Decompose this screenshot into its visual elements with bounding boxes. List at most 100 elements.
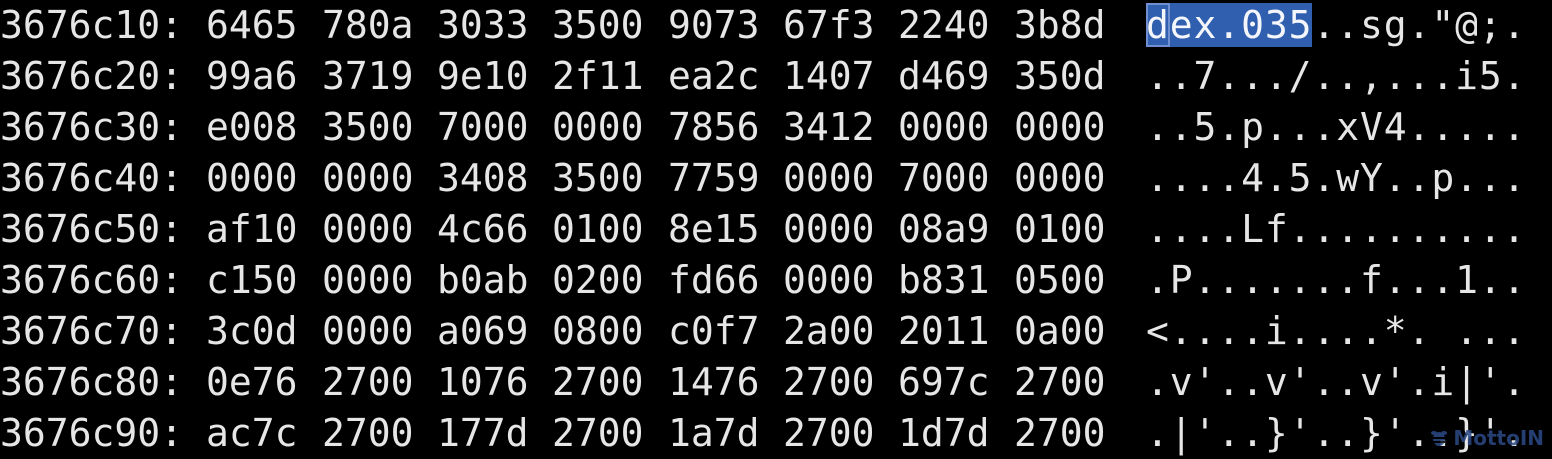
hex-word: 2700 (552, 360, 644, 404)
hex-word: c150 (206, 258, 298, 302)
hex-word: 1407 (783, 54, 875, 98)
hex-word: 1476 (668, 360, 760, 404)
ascii-text: ..sg."@;. (1312, 3, 1527, 47)
hex-word: e008 (206, 105, 298, 149)
watermark-text: MottoIN (1453, 426, 1544, 450)
hex-word: 350d (1014, 54, 1106, 98)
hex-word: af10 (206, 207, 298, 251)
hex-word: 4c66 (437, 207, 529, 251)
row-address: 3676c30: (0, 105, 184, 149)
hex-word: 0000 (783, 207, 875, 251)
row-address: 3676c90: (0, 411, 184, 455)
hex-word: 0100 (1014, 207, 1106, 251)
text-cursor: d (1146, 3, 1170, 47)
hex-word: 0000 (552, 105, 644, 149)
hex-word: 8e15 (668, 207, 760, 251)
hex-word: d469 (898, 54, 990, 98)
hex-word: b831 (898, 258, 990, 302)
hexdump-row: 3676c70: 3c0d 0000 a069 0800 c0f7 2a00 2011 0a00… (0, 306, 1552, 357)
ascii-column[interactable]: .P.......f...1.. (1146, 255, 1526, 306)
hex-word: 2011 (898, 309, 990, 353)
hexdump-row: 3676c50: af10 0000 4c66 0100 8e15 0000 08a9 0100… (0, 204, 1552, 255)
watermark: MottoIN (1429, 426, 1544, 450)
hex-word: 3033 (437, 3, 529, 47)
hex-word: 9e10 (437, 54, 529, 98)
hex-word: 697c (898, 360, 990, 404)
ascii-column[interactable]: ..7.../..,...i5. (1146, 51, 1526, 102)
hex-word: 3408 (437, 156, 529, 200)
hex-word: 3c0d (206, 309, 298, 353)
hex-word: 6465 (206, 3, 298, 47)
hex-word: 7856 (668, 105, 760, 149)
hex-word: b0ab (437, 258, 529, 302)
hex-word: c0f7 (668, 309, 760, 353)
hex-word: a069 (437, 309, 529, 353)
hex-word: 0500 (1014, 258, 1106, 302)
hex-word: 0e76 (206, 360, 298, 404)
hex-word: 2f11 (552, 54, 644, 98)
hex-word: 3500 (322, 105, 414, 149)
hex-word: 2700 (783, 411, 875, 455)
hex-word: 0000 (322, 258, 414, 302)
hex-word: 1a7d (668, 411, 760, 455)
hex-word: 0800 (552, 309, 644, 353)
ascii-column[interactable]: dex.035..sg."@;. (1146, 0, 1526, 51)
hexdump-row: 3676c40: 0000 0000 3408 3500 7759 0000 7000 0000… (0, 153, 1552, 204)
hex-word: 2700 (1014, 360, 1106, 404)
hex-word: 1d7d (898, 411, 990, 455)
hex-word: 0100 (552, 207, 644, 251)
hex-word: 0000 (206, 156, 298, 200)
hex-word: 0200 (552, 258, 644, 302)
ascii-column[interactable]: <....i....*. ... (1146, 306, 1526, 357)
row-address: 3676c70: (0, 309, 184, 353)
hex-word: 2a00 (783, 309, 875, 353)
hexdump-row: 3676c10: 6465 780a 3033 3500 9073 67f3 2240 3b8d… (0, 0, 1552, 51)
selected-text: ex.035 (1169, 3, 1313, 47)
row-address: 3676c80: (0, 360, 184, 404)
hex-word: 7759 (668, 156, 760, 200)
hex-word: 0000 (1014, 105, 1106, 149)
hex-word: 7000 (437, 105, 529, 149)
hex-word: 2240 (898, 3, 990, 47)
hex-word: ac7c (206, 411, 298, 455)
ascii-column[interactable]: ....4.5.wY..p... (1146, 153, 1526, 204)
row-address: 3676c40: (0, 156, 184, 200)
hexdump-row: 3676c30: e008 3500 7000 0000 7856 3412 0000 0000… (0, 102, 1552, 153)
hex-word: 0000 (322, 309, 414, 353)
hex-word: fd66 (668, 258, 760, 302)
hex-word: 3500 (552, 156, 644, 200)
hex-word: 3412 (783, 105, 875, 149)
row-address: 3676c20: (0, 54, 184, 98)
hex-word: 177d (437, 411, 529, 455)
ascii-column[interactable]: ....Lf.......... (1146, 204, 1526, 255)
hex-word: 0000 (322, 207, 414, 251)
hex-word: 0000 (783, 258, 875, 302)
hex-word: 67f3 (783, 3, 875, 47)
row-address: 3676c10: (0, 3, 184, 47)
hex-word: 3500 (552, 3, 644, 47)
hexdump-row: 3676c90: ac7c 2700 177d 2700 1a7d 2700 1d7d 2700… (0, 408, 1552, 459)
hex-word: 0000 (1014, 156, 1106, 200)
row-address: 3676c50: (0, 207, 184, 251)
hex-word: 2700 (1014, 411, 1106, 455)
hex-word: 7000 (898, 156, 990, 200)
row-address: 3676c60: (0, 258, 184, 302)
hex-word: 2700 (322, 411, 414, 455)
hex-word: 99a6 (206, 54, 298, 98)
hex-word: 3b8d (1014, 3, 1106, 47)
hexdump-row: 3676c80: 0e76 2700 1076 2700 1476 2700 697c 2700… (0, 357, 1552, 408)
hex-word: 0a00 (1014, 309, 1106, 353)
hex-word: 2700 (322, 360, 414, 404)
hex-word: 1076 (437, 360, 529, 404)
hex-word: 9073 (668, 3, 760, 47)
hex-word: 2700 (552, 411, 644, 455)
hexdump-row: 3676c20: 99a6 3719 9e10 2f11 ea2c 1407 d469 350d… (0, 51, 1552, 102)
hex-word: 2700 (783, 360, 875, 404)
hexdump-row: 3676c60: c150 0000 b0ab 0200 fd66 0000 b831 0500… (0, 255, 1552, 306)
hexdump-view[interactable]: 3676c10: 6465 780a 3033 3500 9073 67f3 2240 3b8d… (0, 0, 1552, 459)
ascii-column[interactable]: ..5.p...xV4..... (1146, 102, 1526, 153)
ascii-column[interactable]: .v'..v'..v'.i|'. (1146, 357, 1526, 408)
hex-word: 0000 (898, 105, 990, 149)
hex-word: 0000 (322, 156, 414, 200)
hex-word: 780a (322, 3, 414, 47)
